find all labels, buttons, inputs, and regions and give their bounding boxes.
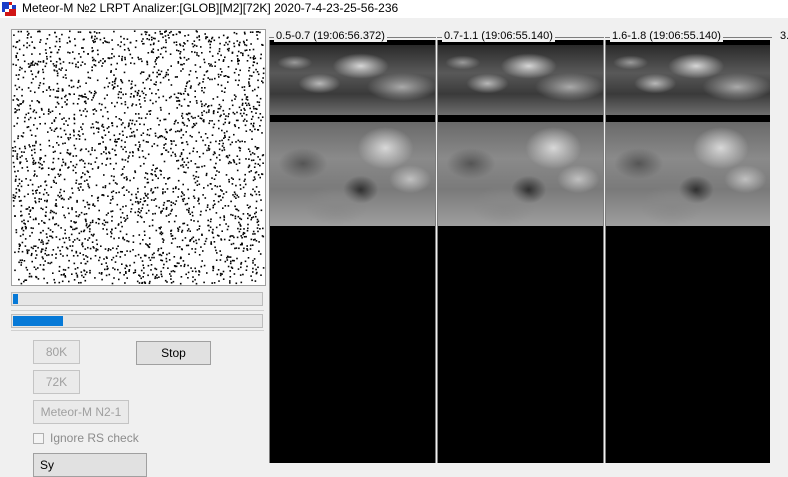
progress-bar-bottom [11,314,263,328]
constellation-plot [11,29,266,286]
progress-bar-top [11,292,263,306]
channel-1-image-bottom [270,122,435,226]
channel-1-image-top [270,45,435,115]
app-icon [2,2,16,16]
ignore-rs-checkbox[interactable] [33,433,44,444]
channel-3-label: 1.6-1.8 (19:06:55.140) [610,30,723,42]
channel-3-image-top [606,45,770,115]
channel-3-image [605,40,771,463]
channel-1-image [269,40,436,463]
72k-button[interactable]: 72K [33,370,80,394]
divider [11,310,264,311]
channel-2-image-bottom [438,122,603,226]
channel-4-partial [770,40,788,463]
80k-button[interactable]: 80K [33,340,80,364]
stop-button[interactable]: Stop [136,341,211,365]
bottom-button[interactable]: Sy [33,453,147,477]
divider [11,330,264,331]
progress-fill-top [13,294,18,304]
progress-fill-bottom [13,316,63,326]
window-title: Meteor-M №2 LRPT Analizer:[GLOB][M2][72K… [22,1,399,15]
title-bar: Meteor-M №2 LRPT Analizer:[GLOB][M2][72K… [0,0,788,18]
channel-2-image-top [438,45,603,115]
channel-2-label: 0.7-1.1 (19:06:55.140) [442,30,555,42]
channel-3-image-bottom [606,122,770,226]
channel-1-label: 0.5-0.7 (19:06:56.372) [274,30,387,42]
ignore-rs-label: Ignore RS check [50,431,139,445]
channel-2-image [437,40,604,463]
satellite-button[interactable]: Meteor-M N2-1 [33,400,129,424]
channel-4-label: 3. [778,30,788,42]
constellation-scatter [12,30,265,285]
